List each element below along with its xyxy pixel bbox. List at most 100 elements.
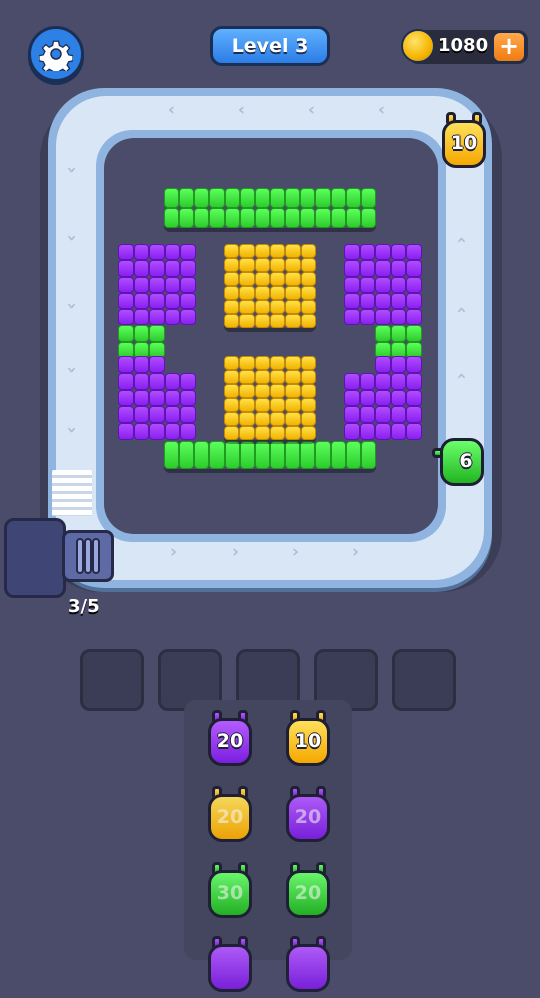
block-cell (224, 286, 240, 300)
block-cell (285, 300, 301, 314)
block-cell (224, 314, 240, 328)
block-cell (285, 356, 301, 370)
block-cell (359, 423, 376, 440)
block-cell (285, 370, 301, 384)
block-cell (285, 412, 301, 426)
holding-slot[interactable] (392, 649, 456, 711)
block-cell (270, 188, 286, 208)
queue-shooter: 20 (284, 786, 332, 848)
gear-icon (39, 40, 73, 71)
block-cell (239, 384, 255, 398)
block-cell (300, 412, 316, 426)
block-cell (359, 372, 376, 390)
shooter-count: 30 (216, 882, 244, 904)
block-cell (165, 356, 181, 373)
queue-shooter (206, 936, 254, 998)
block-cell (406, 406, 422, 424)
block-cell (224, 300, 240, 314)
block-cell (359, 244, 376, 261)
block-cell (359, 260, 376, 277)
block-cell (239, 258, 255, 272)
block-cell (164, 244, 181, 261)
block-cell (164, 372, 181, 390)
block-cell (133, 244, 150, 261)
block-cell (375, 389, 391, 407)
block-cell (315, 208, 331, 228)
yellow-block-bottom (224, 356, 316, 440)
block-cell (390, 356, 407, 373)
block-cell (149, 276, 165, 293)
block-cell (300, 370, 316, 384)
block-cell (149, 372, 165, 390)
block-cell (406, 423, 422, 440)
block-cell (390, 325, 407, 342)
track-arrow-icon: ‹ (61, 234, 82, 242)
block-cell (224, 258, 240, 272)
block-cell (118, 423, 134, 440)
block-cell (345, 188, 361, 208)
block-cell (133, 292, 150, 310)
block-cell (300, 398, 316, 412)
block-cell (359, 276, 376, 293)
block-cell (359, 309, 376, 326)
queue-shooter (284, 936, 332, 998)
block-cell (239, 300, 255, 314)
block-cell (360, 441, 376, 469)
block-cell (375, 309, 391, 326)
track-arrow-icon: ‹ (308, 100, 316, 120)
green-block-row-top (164, 188, 376, 228)
block-cell (300, 426, 316, 440)
track-arrow-icon: › (170, 542, 178, 562)
track-arrow-icon: ‹ (451, 306, 472, 314)
shooter-dispenser (4, 518, 66, 598)
block-cell (118, 372, 134, 390)
block-cell (300, 356, 316, 370)
block-cell (300, 314, 316, 328)
block-cell (180, 244, 196, 261)
queue-shooter[interactable]: 20 (206, 710, 254, 772)
holding-slot[interactable] (80, 649, 144, 711)
block-cell (344, 260, 360, 277)
block-cell (344, 325, 360, 341)
block-cell (180, 325, 196, 341)
block-cell (406, 372, 422, 390)
block-cell (359, 389, 376, 407)
block-cell (224, 244, 240, 258)
block-cell (390, 406, 407, 424)
block-cell (133, 372, 150, 390)
block-cell (239, 272, 255, 286)
block-cell (180, 260, 196, 277)
block-cell (269, 314, 286, 328)
block-cell (180, 372, 196, 390)
add-coins-button[interactable]: + (492, 31, 526, 63)
block-cell (239, 370, 255, 384)
block-cell (406, 260, 422, 277)
block-cell (118, 244, 134, 261)
block-cell (254, 426, 270, 440)
block-cell (254, 244, 270, 258)
shooter-count: 20 (294, 882, 322, 904)
track-arrow-icon: › (232, 542, 240, 562)
queue-shooter: 30 (206, 862, 254, 924)
block-cell (194, 441, 210, 469)
block-cell (269, 370, 286, 384)
block-cell (118, 356, 134, 373)
block-cell (164, 276, 181, 293)
shooter-on-track: 6 (432, 430, 486, 492)
block-cell (330, 441, 346, 469)
block-cell (254, 398, 270, 412)
shooter-count: 20 (216, 730, 244, 752)
block-cell (406, 356, 422, 373)
track-arrow-icon: › (352, 542, 360, 562)
block-cell (285, 272, 301, 286)
queue-shooter[interactable]: 10 (284, 710, 332, 772)
settings-button[interactable] (28, 26, 84, 82)
block-cell (300, 384, 316, 398)
block-cell (360, 325, 376, 341)
block-cell (149, 389, 165, 407)
shooter-count: 20 (294, 806, 322, 828)
shooter-on-track: 10 (440, 112, 488, 174)
block-cell (239, 412, 255, 426)
track-arrow-icon: ‹ (238, 100, 246, 120)
block-cell (149, 309, 165, 326)
